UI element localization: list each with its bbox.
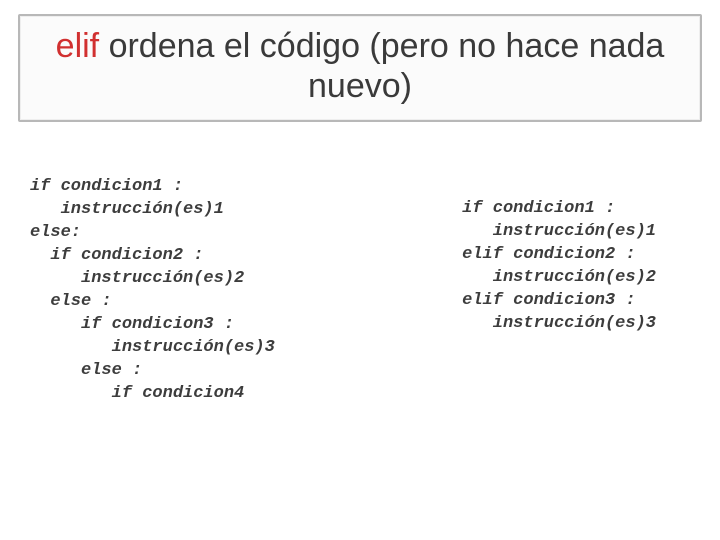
code-block-elif: if condicion1 : instrucción(es)1 elif co… (462, 198, 656, 405)
body-columns: if condicion1 : instrucción(es)1 else: i… (18, 176, 702, 405)
code-block-nested: if condicion1 : instrucción(es)1 else: i… (30, 176, 275, 405)
slide: elif ordena el código (pero no hace nada… (0, 0, 720, 540)
title-rest: ordena el código (pero no hace nada nuev… (99, 27, 664, 105)
title-keyword: elif (56, 27, 99, 65)
title-box: elif ordena el código (pero no hace nada… (18, 14, 702, 122)
slide-title: elif ordena el código (pero no hace nada… (34, 26, 686, 106)
